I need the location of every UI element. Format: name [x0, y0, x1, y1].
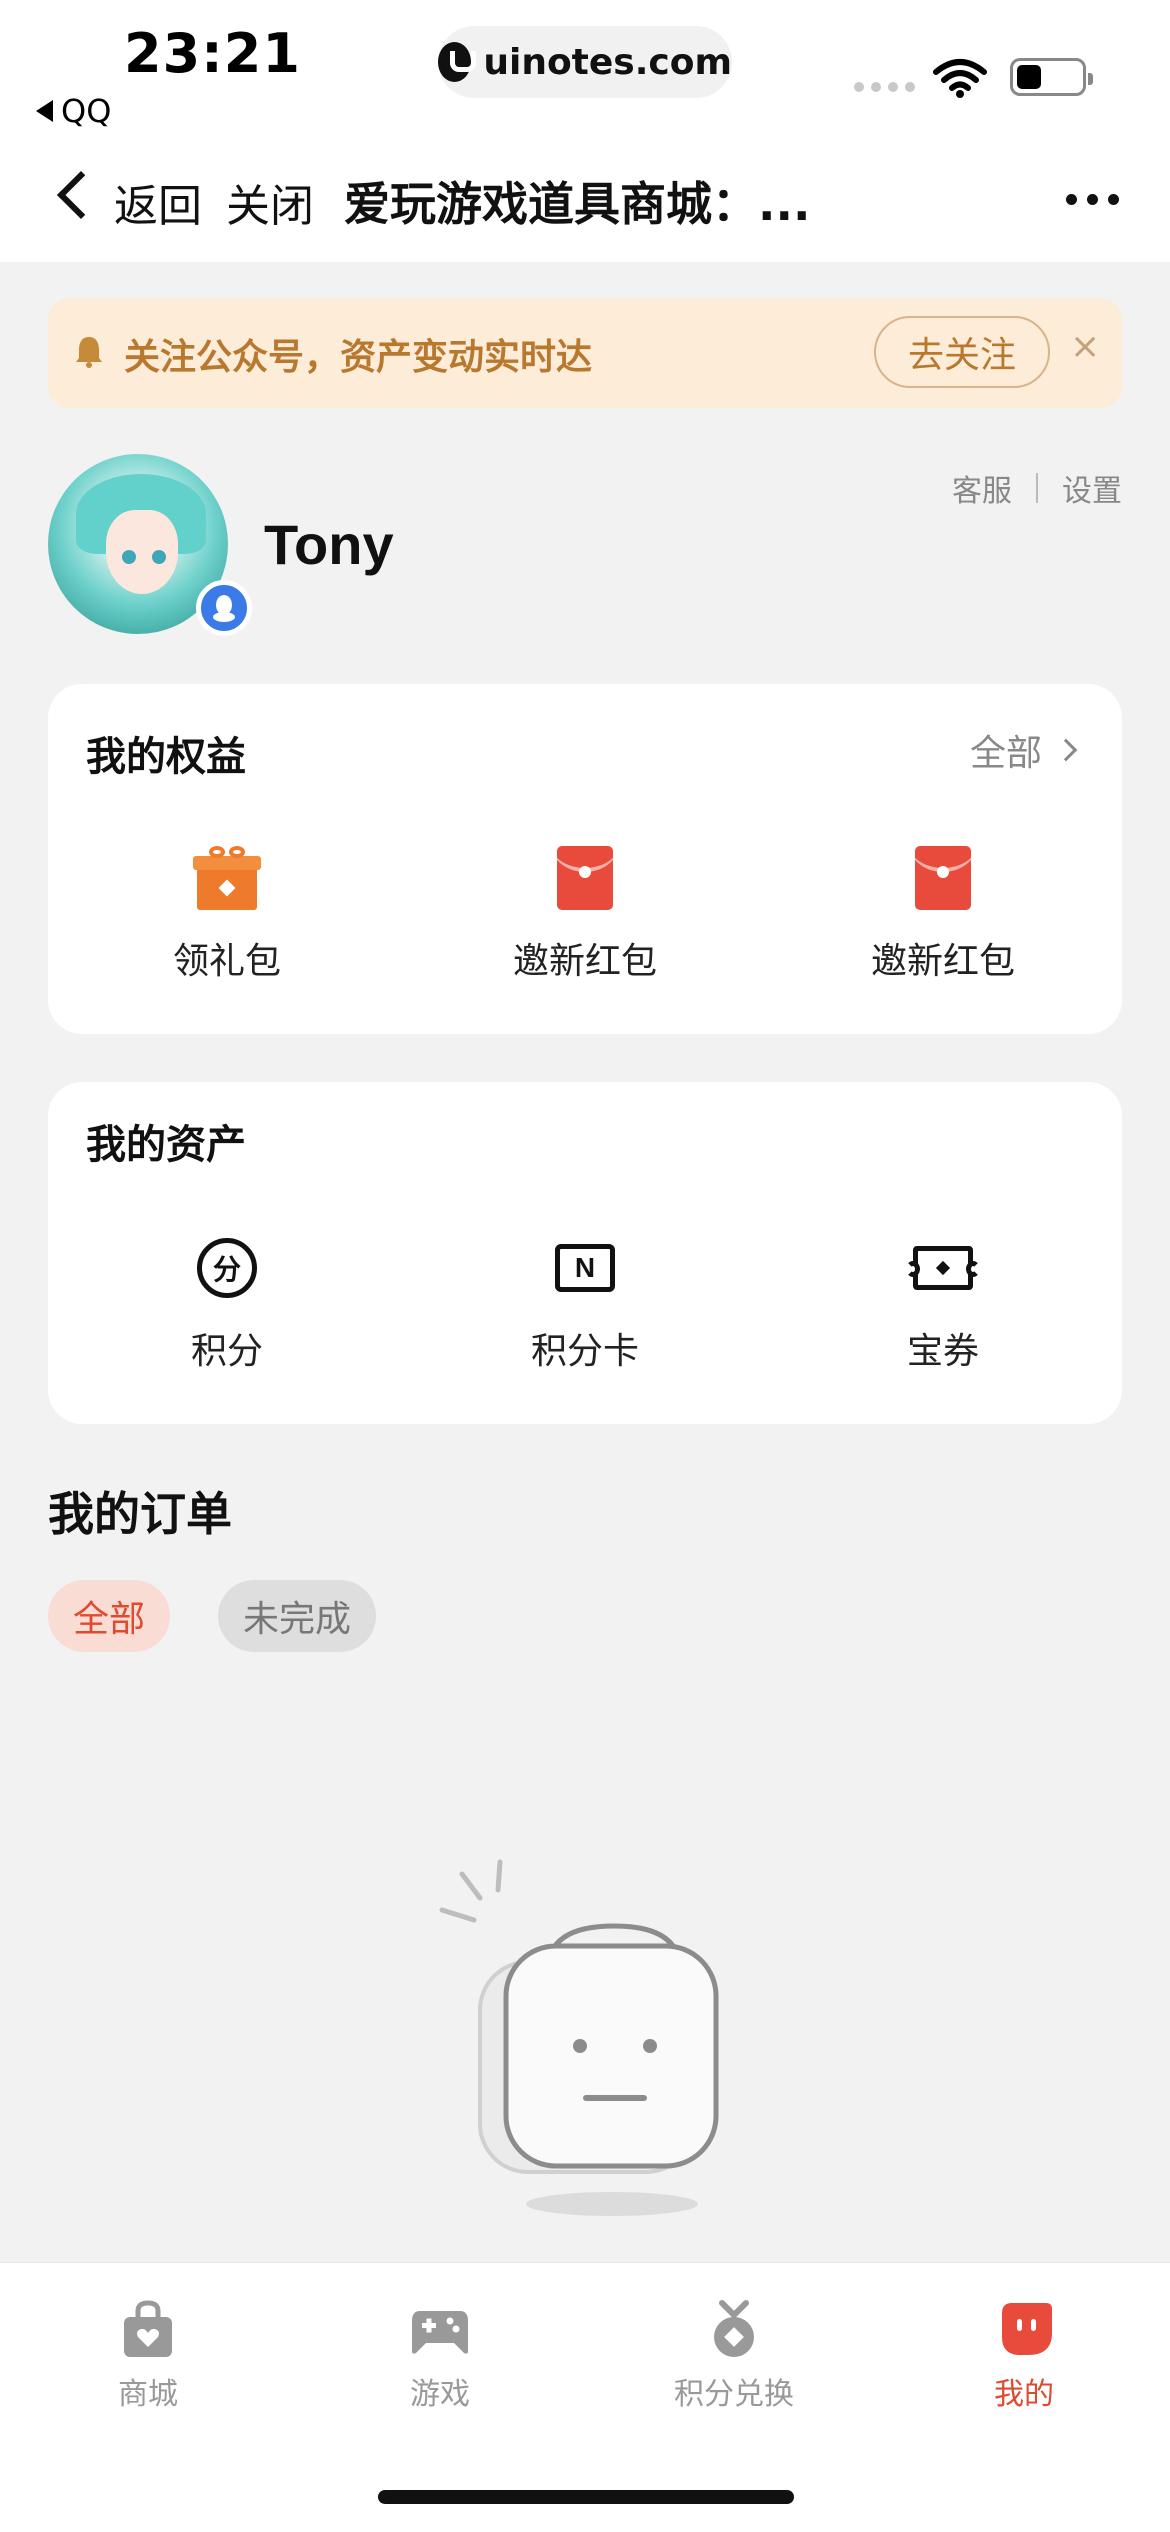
status-time: 23:21 — [124, 22, 301, 85]
tab-mine[interactable]: 我的 — [924, 2299, 1124, 2413]
more-options-icon[interactable] — [1066, 194, 1119, 205]
benefits-all-link[interactable]: 全部 — [969, 724, 1078, 776]
url-text: uinotes.com — [483, 41, 732, 83]
wifi-icon — [933, 59, 987, 98]
tab-label: 商城 — [118, 2377, 178, 2412]
home-indicator[interactable] — [378, 2490, 794, 2504]
back-to-app[interactable]: QQ — [36, 92, 111, 130]
tab-games[interactable]: 游戏 — [340, 2299, 540, 2413]
tab-points-exchange[interactable]: 积分兑换 — [634, 2299, 834, 2413]
order-filter-all[interactable]: 全部 — [48, 1580, 170, 1652]
follow-button[interactable]: 去关注 — [874, 316, 1050, 388]
benefit-label: 邀新红包 — [870, 941, 1015, 982]
gamepad-icon — [412, 2311, 468, 2354]
benefit-item-gift[interactable]: 领礼包 — [48, 846, 406, 984]
battery-icon — [1010, 58, 1093, 96]
customer-service-link[interactable]: 客服 — [952, 466, 1012, 510]
qq-penguin-icon — [196, 580, 252, 636]
site-logo-icon — [438, 42, 477, 82]
asset-item-points-card[interactable]: N 积分卡 — [406, 1236, 764, 1374]
notice-text: 关注公众号，资产变动实时达 — [124, 337, 593, 378]
assets-card: 我的资产 分 积分 N 积分卡 宝券 — [48, 1082, 1122, 1424]
cellular-signal-icon — [854, 82, 915, 92]
empty-bag-illustration-icon — [439, 1859, 719, 2216]
tab-label: 积分兑换 — [674, 2377, 794, 2412]
benefit-label: 邀新红包 — [512, 941, 657, 982]
benefits-title: 我的权益 — [86, 734, 246, 780]
red-envelope-icon — [911, 846, 975, 910]
asset-item-coupon[interactable]: 宝券 — [764, 1236, 1122, 1374]
asset-label: 宝券 — [906, 1331, 979, 1372]
points-coin-icon: 分 — [195, 1236, 259, 1300]
bell-icon — [76, 337, 102, 368]
nav-back-button[interactable]: 返回 — [114, 170, 202, 234]
coupon-icon — [906, 1236, 980, 1300]
profile-face-icon — [1002, 2303, 1052, 2355]
asset-item-points[interactable]: 分 积分 — [48, 1236, 406, 1374]
shopping-bag-icon — [124, 2300, 172, 2357]
benefits-card: 我的权益 全部 领礼包 邀新红包 邀新红包 — [48, 684, 1122, 1034]
order-filter-pending[interactable]: 未完成 — [218, 1580, 376, 1652]
gift-icon — [193, 846, 261, 910]
medal-icon — [714, 2300, 754, 2357]
points-card-icon: N — [553, 1236, 617, 1300]
assets-title: 我的资产 — [86, 1122, 246, 1168]
tab-label: 我的 — [994, 2377, 1054, 2412]
chevron-right-icon — [1054, 738, 1078, 762]
benefits-all-label: 全部 — [969, 733, 1042, 774]
close-notice-icon[interactable]: × — [1070, 326, 1100, 367]
username: Tony — [264, 513, 394, 576]
tab-store[interactable]: 商城 — [48, 2299, 248, 2413]
asset-label: 积分卡 — [530, 1331, 639, 1372]
orders-title: 我的订单 — [48, 1487, 232, 1541]
profile-links: 客服 设置 — [952, 466, 1122, 510]
settings-link[interactable]: 设置 — [1062, 466, 1122, 510]
page-title: 爱玩游戏道具商城：... — [344, 177, 811, 231]
back-triangle-icon — [36, 100, 53, 122]
nav-close-button[interactable]: 关闭 — [226, 170, 314, 234]
back-app-label: QQ — [61, 92, 112, 130]
benefit-label: 领礼包 — [172, 941, 281, 982]
url-pill[interactable]: uinotes.com — [438, 26, 732, 98]
asset-label: 积分 — [190, 1331, 263, 1372]
tab-label: 游戏 — [410, 2377, 470, 2412]
red-envelope-icon — [553, 846, 617, 910]
follow-notice-banner: 关注公众号，资产变动实时达 去关注 × — [48, 298, 1122, 408]
benefit-item-invite[interactable]: 邀新红包 — [764, 846, 1122, 984]
benefit-item-invite[interactable]: 邀新红包 — [406, 846, 764, 984]
divider — [1036, 473, 1038, 503]
